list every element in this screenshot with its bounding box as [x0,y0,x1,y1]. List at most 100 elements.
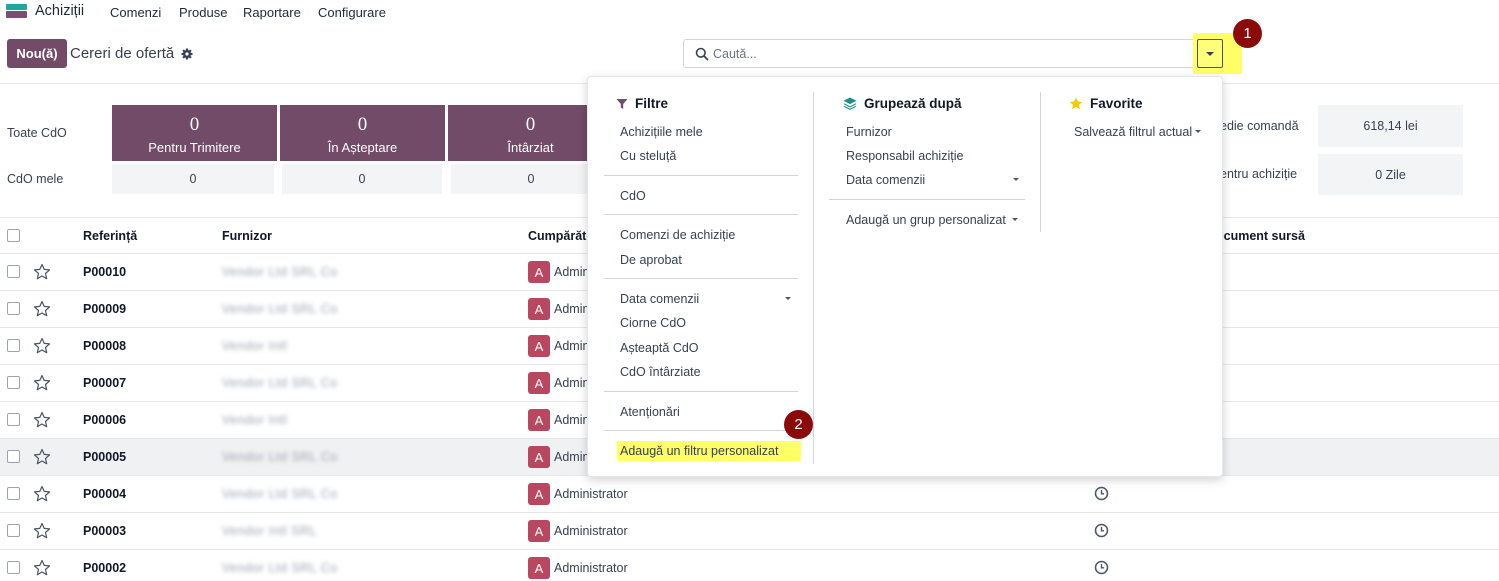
new-button[interactable]: Nou(ă) [7,39,67,68]
add-custom-group[interactable]: Adaugă un grup personalizat [846,213,1006,227]
search-icon [695,47,709,61]
row-checkbox[interactable] [7,524,20,537]
groupby-order-date[interactable]: Data comenzii [846,173,925,187]
caret-down-icon[interactable] [1195,130,1201,133]
row-buyer: Administrator [554,561,628,575]
avatar: A [528,557,550,579]
caret-down-icon[interactable] [1013,178,1019,181]
search-bar [683,39,1196,68]
groupby-purchase-rep[interactable]: Responsabil achiziție [846,149,963,163]
row-reference: P00008 [83,339,127,353]
clock-icon[interactable] [1094,523,1109,538]
filter-draft-rfq[interactable]: Ciorne CdO [620,316,686,330]
star-icon[interactable] [33,374,51,392]
filters-heading: Filtre [616,96,668,111]
star-icon[interactable] [33,559,51,577]
select-all-checkbox[interactable] [7,229,20,242]
search-options-toggle[interactable] [1197,39,1223,68]
step-badge-1: 1 [1233,19,1262,48]
filter-order-date[interactable]: Data comenzii [620,292,699,306]
star-icon[interactable] [33,337,51,355]
star-icon [1069,97,1083,110]
menu-raportare[interactable]: Raportare [243,5,301,20]
col-buyer[interactable]: Cumpărăto [528,229,594,243]
save-current-filter[interactable]: Salvează filtrul actual [1074,125,1192,139]
row-reference: P00003 [83,524,127,538]
filter-late-rfq[interactable]: CdO întârziate [620,365,701,379]
top-navbar: Achiziții Comenzi Produse Raportare Conf… [0,0,1499,24]
row-reference: P00004 [83,487,127,501]
app-name[interactable]: Achiziții [35,3,84,19]
filter-waiting-rfq[interactable]: Așteaptă CdO [620,341,699,355]
row-checkbox[interactable] [7,413,20,426]
tile-waiting[interactable]: 0 În Așteptare [280,105,445,161]
row-checkbox[interactable] [7,265,20,278]
table-row[interactable]: P00002 Vendor Ltd SRL Co A Administrator [0,550,1499,581]
filter-my-purchases[interactable]: Achizițiile mele [620,125,703,139]
row-vendor: Vendor Ltd SRL Co [222,561,338,575]
caret-down-icon[interactable] [1012,218,1018,221]
caret-down-icon [1206,51,1214,56]
tile-to-send[interactable]: 0 Pentru Trimitere [112,105,277,161]
search-input[interactable] [713,45,1183,63]
add-custom-filter[interactable]: Adaugă un filtru personalizat [620,444,778,458]
my-to-send-cell[interactable]: 0 [112,164,274,194]
app-logo-icon[interactable] [6,4,27,18]
row-vendor: Vendor Intl [222,413,288,427]
row-checkbox[interactable] [7,450,20,463]
filter-warnings[interactable]: Atenționări [620,405,680,419]
avatar: A [528,520,550,542]
star-icon[interactable] [33,522,51,540]
table-row[interactable]: P00004 Vendor Ltd SRL Co A Administrator [0,476,1499,513]
menu-produse[interactable]: Produse [179,5,227,20]
col-vendor[interactable]: Furnizor [222,229,272,243]
star-icon[interactable] [33,300,51,318]
star-icon[interactable] [33,411,51,429]
separator [604,175,798,176]
row-checkbox[interactable] [7,561,20,574]
menu-configurare[interactable]: Configurare [318,5,386,20]
row-buyer: Admin [554,413,590,427]
star-icon[interactable] [33,263,51,281]
star-icon[interactable] [33,448,51,466]
table-row[interactable]: P00003 Vendor Intl SRL A Administrator [0,513,1499,550]
filter-purchase-orders[interactable]: Comenzi de achiziție [620,228,735,242]
menu-comenzi[interactable]: Comenzi [110,5,161,20]
row-checkbox[interactable] [7,339,20,352]
separator [604,278,798,279]
avatar: A [528,335,550,357]
layers-icon [843,97,857,110]
favorites-heading: Favorite [1069,96,1143,111]
row-reference: P00007 [83,376,127,390]
row-checkbox[interactable] [7,376,20,389]
row-buyer: Admin [554,376,590,390]
row-checkbox[interactable] [7,487,20,500]
filter-rfq[interactable]: CdO [620,189,646,203]
star-icon[interactable] [33,485,51,503]
avatar: A [528,409,550,431]
lead-time-value: 0 Zile [1318,154,1463,195]
avatar: A [528,446,550,468]
row-vendor: Vendor Intl [222,339,288,353]
separator [604,430,798,431]
row-vendor: Vendor Intl SRL [222,524,318,538]
clock-icon[interactable] [1094,486,1109,501]
my-waiting-cell[interactable]: 0 [282,164,442,194]
row-checkbox[interactable] [7,302,20,315]
filter-starred[interactable]: Cu steluță [620,149,676,163]
filter-to-approve[interactable]: De aprobat [620,253,682,267]
caret-down-icon[interactable] [785,297,791,300]
col-reference[interactable]: Referință [83,229,137,243]
avg-order-value: 618,14 lei [1318,105,1463,147]
page-title[interactable]: Cereri de ofertă [70,45,174,62]
row-vendor: Vendor Ltd SRL Co [222,450,338,464]
groupby-vendor[interactable]: Furnizor [846,125,892,139]
col-source-document[interactable]: ocument sursă [1216,229,1305,243]
clock-icon[interactable] [1094,560,1109,575]
avg-order-label: edie comandă [1220,119,1299,133]
row-buyer: Admin [554,339,590,353]
step-badge-2: 2 [784,410,813,439]
gear-icon[interactable] [181,48,193,60]
row-buyer: Administrator [554,487,628,501]
filters-title: Filtre [635,96,669,111]
